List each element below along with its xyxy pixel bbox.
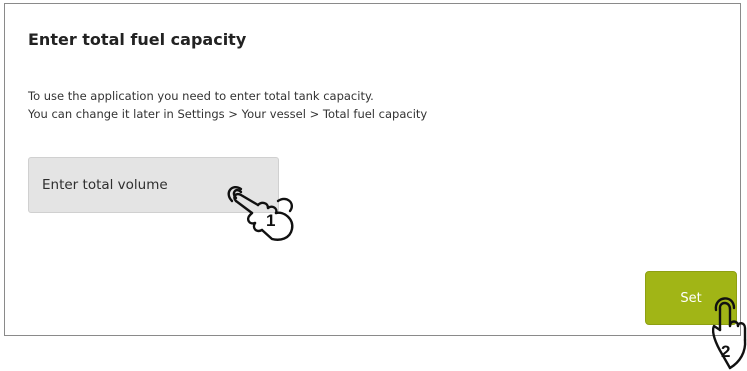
dialog-description: To use the application you need to enter…: [28, 87, 427, 123]
fuel-capacity-dialog: Enter total fuel capacity To use the app…: [4, 3, 741, 336]
description-line-2: You can change it later in Settings > Yo…: [28, 107, 428, 121]
dialog-title: Enter total fuel capacity: [28, 30, 247, 49]
tap-hand-icon-step-2: 2: [712, 292, 747, 370]
tap-hand-icon-step-1: 1: [222, 181, 304, 245]
gesture-step-1-number: 1: [266, 211, 276, 230]
gesture-step-2-number: 2: [721, 342, 731, 361]
description-line-1: To use the application you need to enter…: [28, 89, 374, 103]
